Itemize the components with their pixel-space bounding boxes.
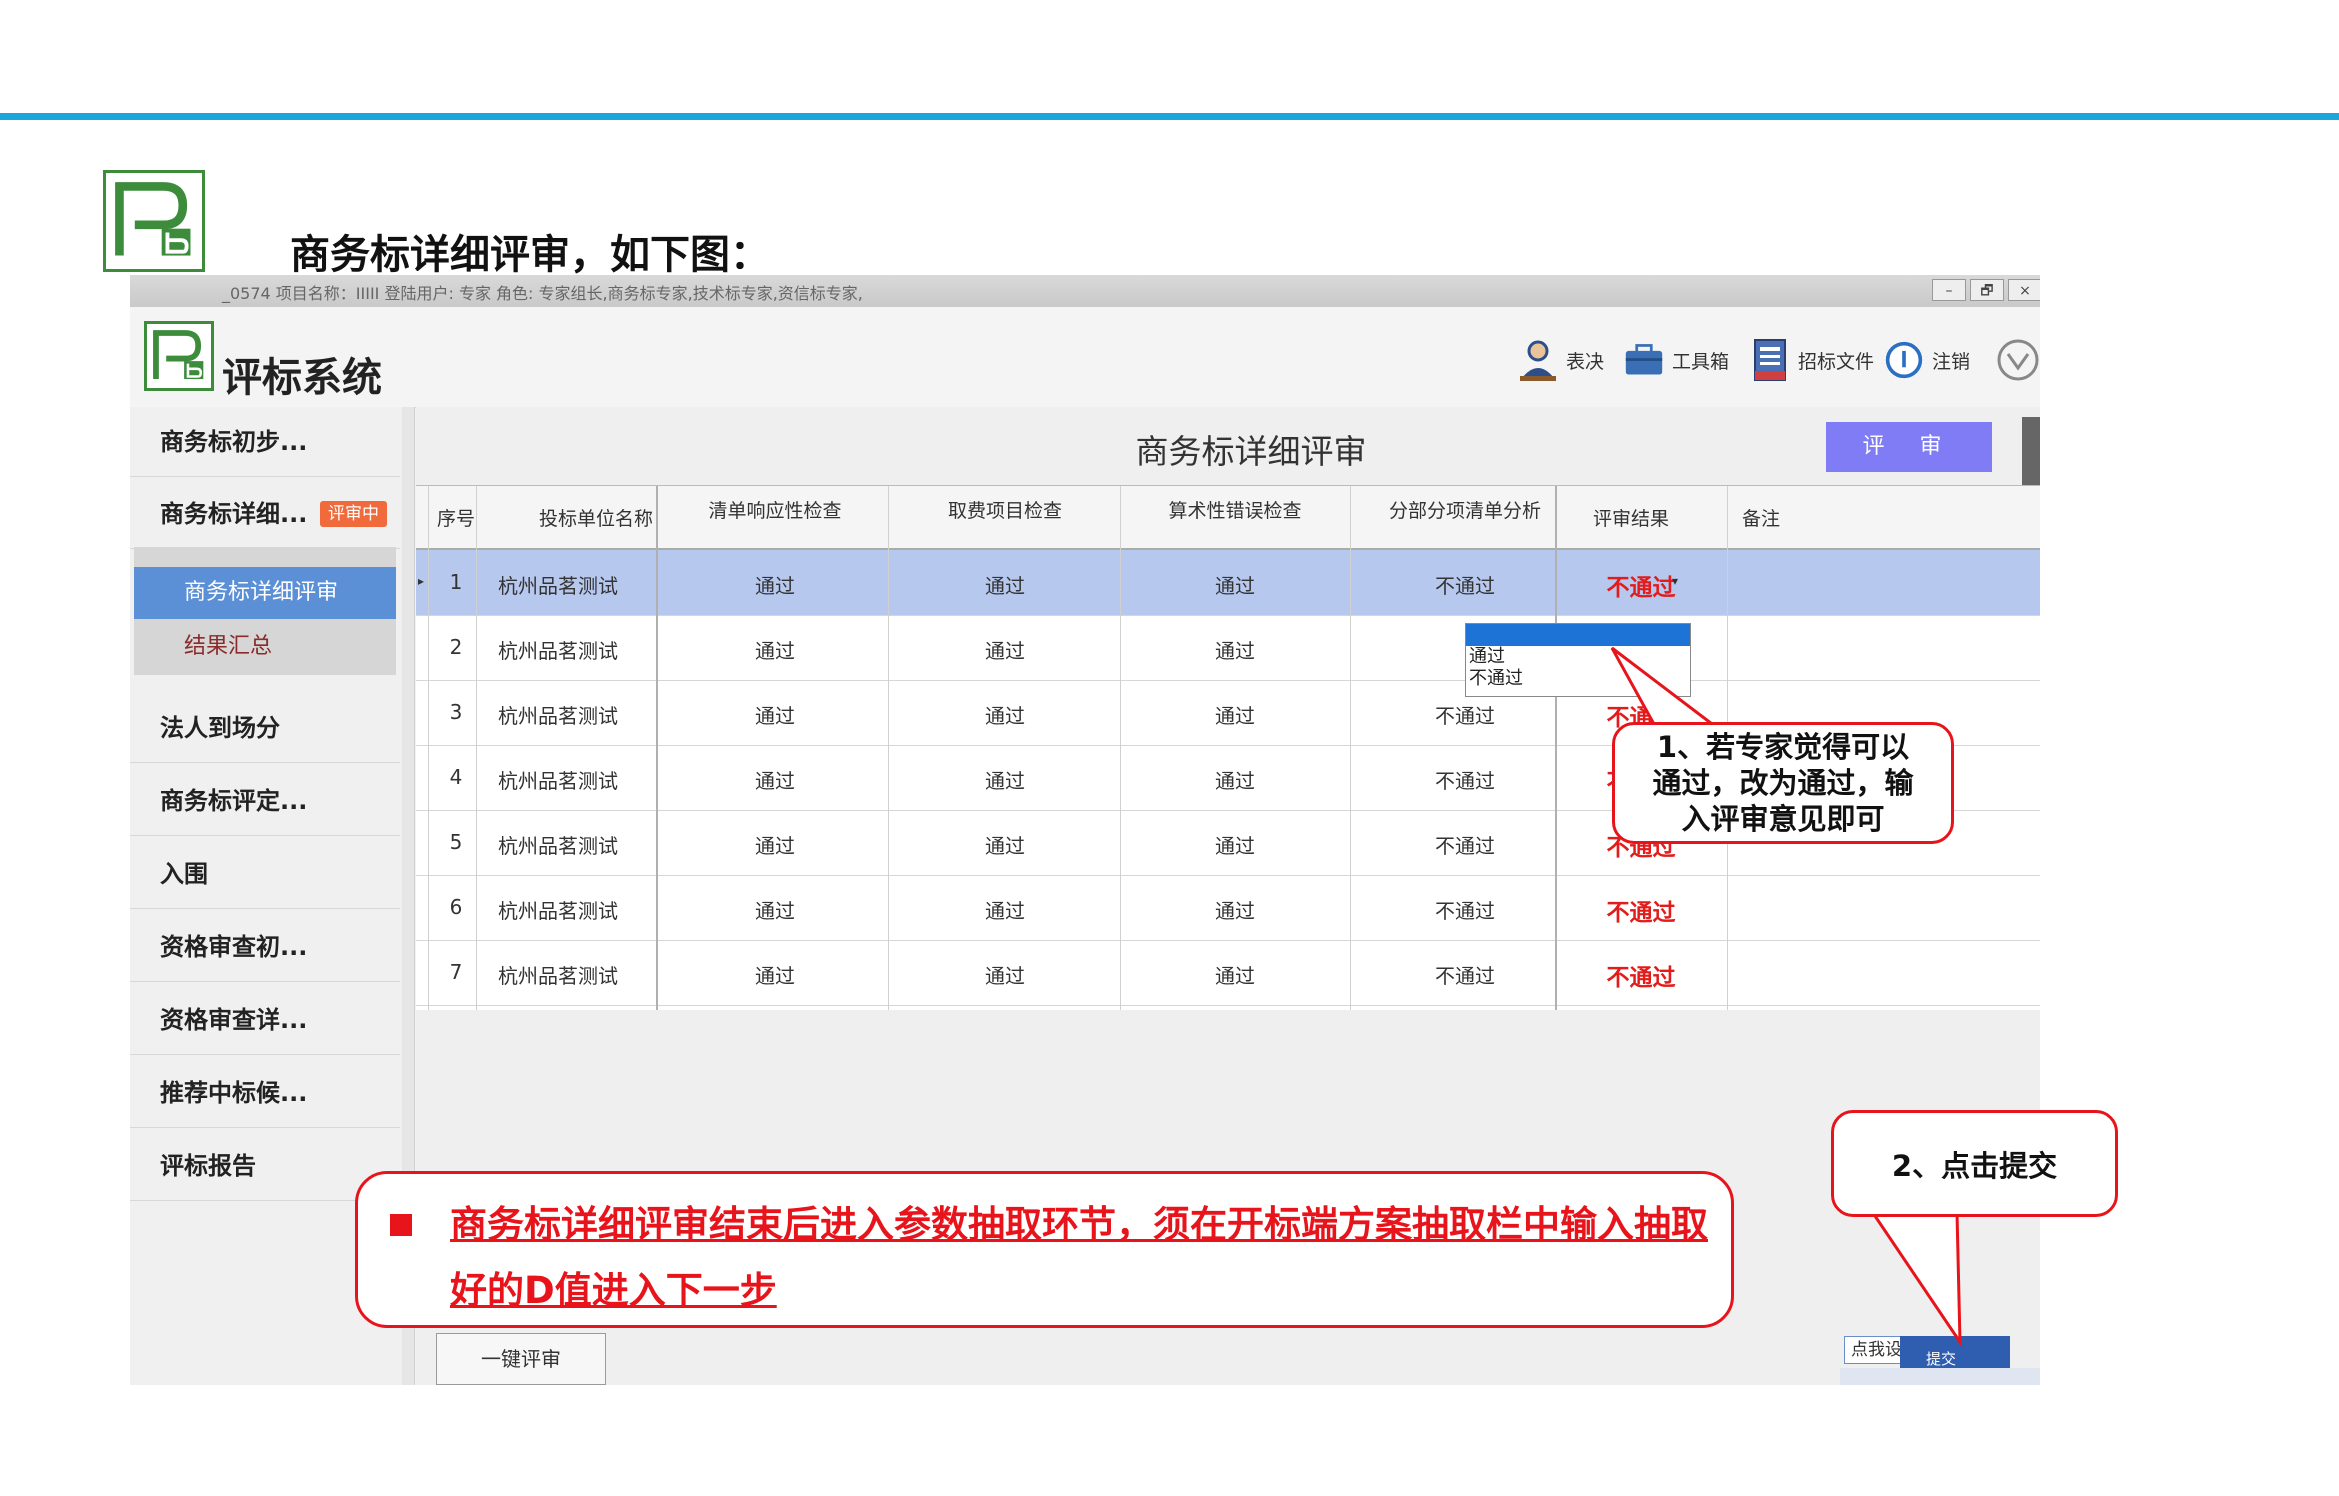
callout-click-submit: 2、点击提交 <box>1831 1110 2118 1217</box>
bullet-square-icon <box>390 1214 412 1236</box>
callout-line: 通过，改为通过，输 <box>1652 766 1914 800</box>
callout-line: 入评审意见即可 <box>1681 802 1885 836</box>
callout-next-step-instruction: 商务标详细评审结束后进入参数抽取环节，须在开标端方案抽取栏中输入抽取好的D值进入… <box>355 1171 1734 1328</box>
instruction-text: 商务标详细评审结束后进入参数抽取环节，须在开标端方案抽取栏中输入抽取好的D值进入… <box>450 1203 1708 1312</box>
callout-change-to-pass: 1、若专家觉得可以 通过，改为通过，输 入评审意见即可 <box>1612 722 1954 844</box>
callout-line: 1、若专家觉得可以 <box>1656 730 1910 764</box>
callout-pointer <box>1870 1211 1962 1348</box>
